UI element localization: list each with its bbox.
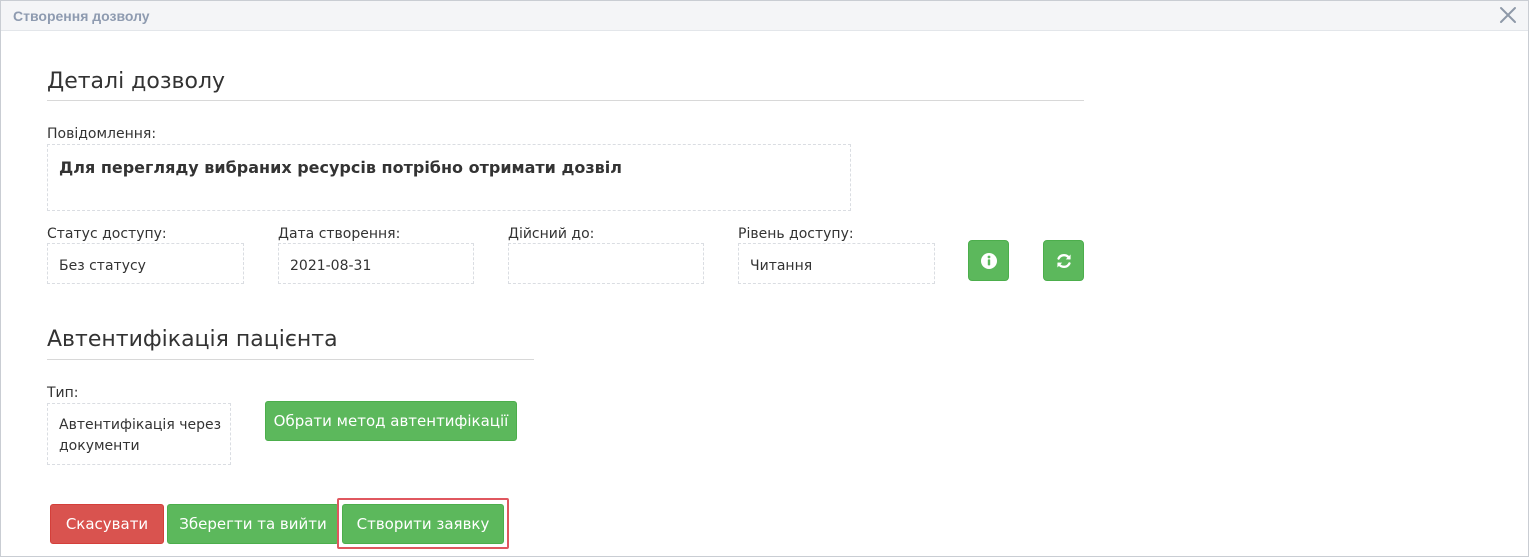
created-date-label: Дата створення: [278, 226, 401, 242]
status-label: Статус доступу: [47, 226, 167, 242]
status-field: Без статусу [47, 243, 244, 284]
message-field: Для перегляду вибраних ресурсів потрібно… [47, 144, 851, 211]
refresh-icon [1056, 253, 1071, 268]
auth-type-label: Тип: [47, 385, 79, 401]
create-permission-dialog: Створення дозволу Деталі дозволу Повідом… [0, 0, 1529, 557]
create-request-highlight [337, 498, 509, 549]
info-button[interactable] [968, 240, 1009, 281]
dialog-title: Створення дозволу [13, 8, 150, 24]
access-level-field: Читання [738, 243, 935, 284]
choose-auth-method-button[interactable]: Обрати метод автентифікації [265, 401, 517, 441]
created-date-value: 2021-08-31 [290, 258, 372, 274]
auth-type-field: Автентифікація через документи [47, 403, 231, 465]
access-level-value: Читання [750, 258, 813, 274]
valid-until-field [508, 243, 704, 284]
close-icon [1500, 7, 1516, 23]
message-value: Для перегляду вибраних ресурсів потрібно… [59, 158, 622, 177]
auth-section-title: Автентифікація пацієнта [47, 327, 338, 352]
status-value: Без статусу [59, 258, 146, 274]
access-level-label: Рівень доступу: [738, 226, 854, 242]
details-divider [47, 100, 1084, 101]
refresh-button[interactable] [1043, 240, 1084, 281]
dialog-titlebar: Створення дозволу [1, 1, 1528, 31]
auth-divider [47, 359, 534, 360]
valid-until-label: Дійсний до: [508, 226, 595, 242]
close-button[interactable] [1496, 3, 1520, 27]
cancel-button[interactable]: Скасувати [50, 504, 164, 544]
details-section-title: Деталі дозволу [47, 69, 226, 94]
auth-type-value: Автентифікація через документи [59, 417, 222, 454]
created-date-field: 2021-08-31 [278, 243, 474, 284]
info-icon [980, 252, 997, 269]
save-and-exit-button[interactable]: Зберегти та вийти [167, 504, 339, 544]
message-label: Повідомлення: [47, 126, 157, 142]
